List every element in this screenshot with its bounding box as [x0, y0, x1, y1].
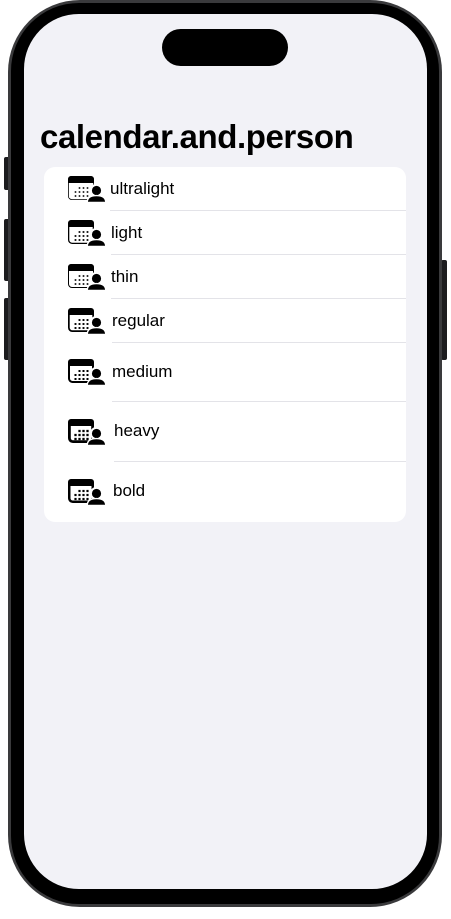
dynamic-island	[162, 29, 288, 66]
list-item-bold[interactable]: bold	[44, 462, 406, 522]
list-item-label: heavy	[114, 421, 160, 440]
list-item-light[interactable]: light	[44, 211, 406, 255]
calendar-and-person-icon	[68, 264, 106, 291]
calendar-and-person-icon	[68, 220, 106, 247]
weights-list: ultralight light thin regular medium hea…	[44, 167, 406, 522]
calendar-and-person-icon	[68, 176, 106, 203]
list-item-regular[interactable]: regular	[44, 299, 406, 343]
screen: calendar.and.person ultralight light thi…	[24, 14, 427, 889]
list-item-label: light	[111, 223, 143, 242]
list-item-label: medium	[112, 362, 173, 381]
page-title: calendar.and.person	[40, 118, 354, 155]
calendar-and-person-icon	[68, 419, 106, 446]
list-item-ultralight[interactable]: ultralight	[44, 167, 406, 211]
calendar-and-person-icon	[67, 307, 106, 335]
list-item-thin[interactable]: thin	[44, 255, 406, 299]
list-item-label: regular	[112, 311, 165, 330]
list-item-label: bold	[113, 481, 146, 500]
calendar-and-person-icon	[68, 479, 106, 506]
list-item-label: ultralight	[110, 179, 175, 198]
list-item-label: thin	[111, 267, 139, 286]
calendar-and-person-icon	[68, 359, 106, 386]
list-item-heavy[interactable]: heavy	[44, 402, 406, 462]
list-item-medium[interactable]: medium	[44, 343, 406, 402]
